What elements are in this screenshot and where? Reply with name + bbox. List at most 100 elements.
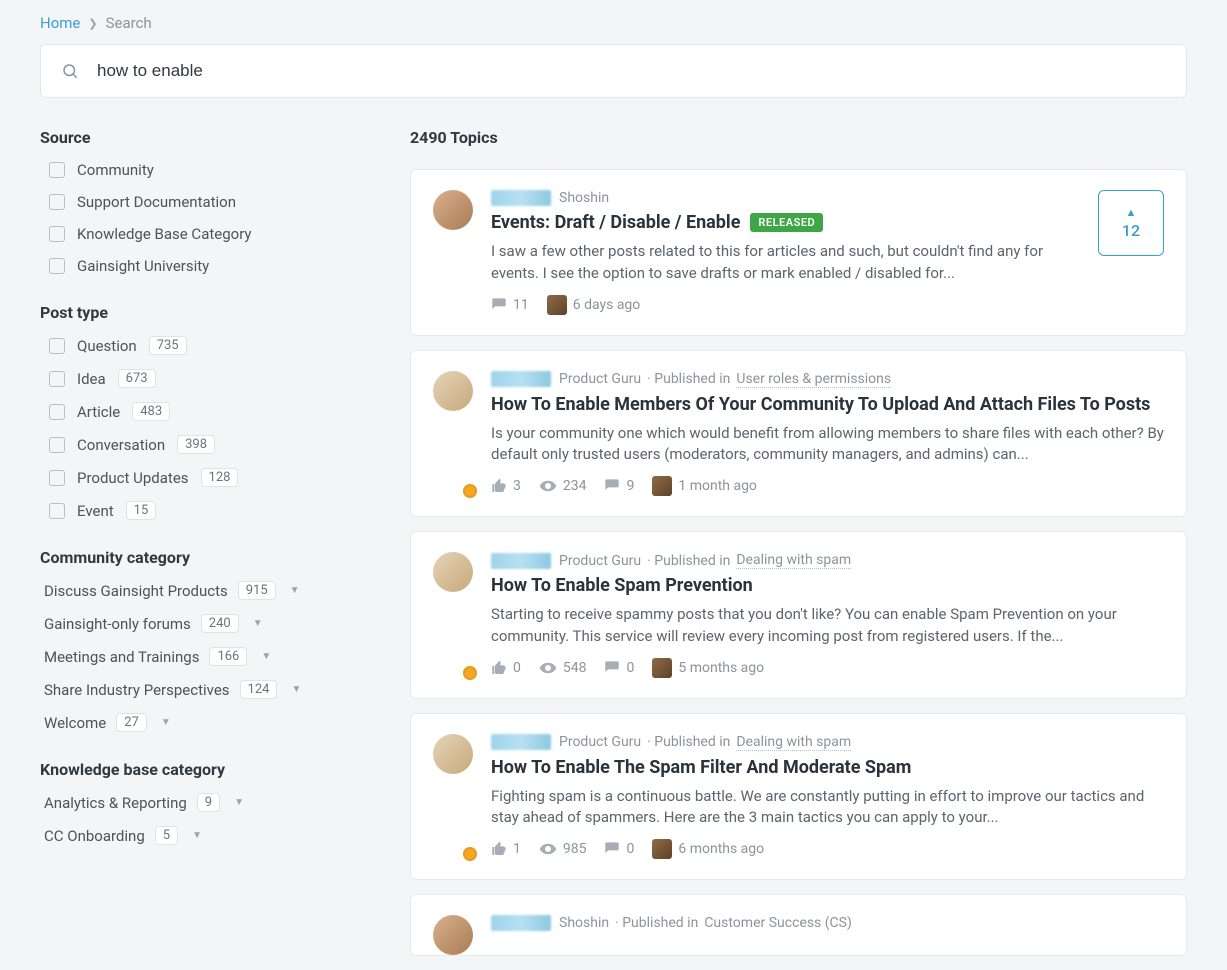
comments-stat[interactable]: 0 <box>604 660 634 676</box>
author-role: Product Guru <box>559 734 641 750</box>
count-badge: 673 <box>118 369 156 388</box>
mini-avatar <box>547 295 567 315</box>
cat-item[interactable]: Meetings and Trainings166▼ <box>40 647 370 666</box>
checkbox[interactable] <box>49 371 65 387</box>
count-badge: 27 <box>116 713 147 732</box>
rank-badge-icon <box>461 845 479 863</box>
author-role: Product Guru <box>559 371 641 387</box>
cat-item[interactable]: CC Onboarding5▼ <box>40 826 370 845</box>
filter-item-gainsight-u[interactable]: Gainsight University <box>40 257 370 275</box>
comments-stat[interactable]: 0 <box>604 841 634 857</box>
checkbox[interactable] <box>49 470 65 486</box>
search-icon <box>61 62 79 80</box>
topic-excerpt: Fighting spam is a continuous battle. We… <box>491 786 1164 830</box>
result-card[interactable]: Product Guru · Published in Dealing with… <box>410 713 1187 881</box>
checkbox[interactable] <box>49 404 65 420</box>
results-count: 2490 Topics <box>410 128 1187 147</box>
last-activity[interactable]: 6 days ago <box>547 295 641 315</box>
likes-stat[interactable]: 1 <box>491 841 521 857</box>
checkbox[interactable] <box>49 338 65 354</box>
filter-item-support-doc[interactable]: Support Documentation <box>40 193 370 211</box>
author-role: Shoshin <box>559 190 609 206</box>
published-category-link[interactable]: Dealing with spam <box>736 734 851 751</box>
avatar[interactable] <box>433 734 475 860</box>
topic-excerpt: Starting to receive spammy posts that yo… <box>491 604 1164 648</box>
status-tag-released: RELEASED <box>750 213 823 232</box>
rank-badge-icon <box>461 664 479 682</box>
count-badge: 166 <box>209 647 247 666</box>
count-badge: 915 <box>238 581 276 600</box>
result-card[interactable]: Shoshin · Published in Customer Success … <box>410 894 1187 956</box>
filter-group-community-category: Community category Discuss Gainsight Pro… <box>40 548 370 732</box>
result-card[interactable]: Shoshin Events: Draft / Disable / Enable… <box>410 169 1187 336</box>
likes-stat[interactable]: 0 <box>491 660 521 676</box>
author-name-redacted <box>491 734 551 750</box>
author-name-redacted <box>491 371 551 387</box>
topic-excerpt: Is your community one which would benefi… <box>491 423 1164 467</box>
filter-item-kb-category[interactable]: Knowledge Base Category <box>40 225 370 243</box>
author-role: Shoshin <box>559 915 609 931</box>
checkbox[interactable] <box>49 503 65 519</box>
vote-box[interactable]: ▲ 12 <box>1098 190 1164 256</box>
comments-stat[interactable]: 11 <box>491 297 529 313</box>
cat-item[interactable]: Share Industry Perspectives124▼ <box>40 680 370 699</box>
search-box[interactable] <box>40 44 1187 98</box>
avatar[interactable] <box>433 915 475 955</box>
comments-stat[interactable]: 9 <box>604 478 634 494</box>
avatar[interactable] <box>433 371 475 497</box>
author-name-redacted <box>491 553 551 569</box>
published-category-link[interactable]: Dealing with spam <box>736 552 851 569</box>
filter-title: Source <box>40 128 370 147</box>
filter-item-question[interactable]: Question735 <box>40 336 370 355</box>
topic-title[interactable]: How To Enable Members Of Your Community … <box>491 394 1164 415</box>
topic-excerpt: I saw a few other posts related to this … <box>491 241 1082 285</box>
breadcrumb-home[interactable]: Home <box>40 14 80 32</box>
mini-avatar <box>652 476 672 496</box>
filter-title: Community category <box>40 548 370 567</box>
mini-avatar <box>652 658 672 678</box>
filter-item-conversation[interactable]: Conversation398 <box>40 435 370 454</box>
filter-item-article[interactable]: Article483 <box>40 402 370 421</box>
filter-item-community[interactable]: Community <box>40 161 370 179</box>
topic-title[interactable]: How To Enable The Spam Filter And Modera… <box>491 757 1164 778</box>
last-activity[interactable]: 5 months ago <box>652 658 764 678</box>
filter-item-idea[interactable]: Idea673 <box>40 369 370 388</box>
search-input[interactable] <box>97 61 1166 81</box>
cat-item[interactable]: Welcome27▼ <box>40 713 370 732</box>
topic-title[interactable]: How To Enable Spam Prevention <box>491 575 1164 596</box>
last-activity[interactable]: 1 month ago <box>652 476 757 496</box>
filter-item-product-updates[interactable]: Product Updates128 <box>40 468 370 487</box>
count-badge: 9 <box>197 793 220 812</box>
breadcrumb-current: Search <box>106 14 152 32</box>
checkbox[interactable] <box>49 226 65 242</box>
topic-title[interactable]: Events: Draft / Disable / Enable RELEASE… <box>491 212 1082 233</box>
result-card[interactable]: Product Guru · Published in Dealing with… <box>410 531 1187 699</box>
checkbox[interactable] <box>49 437 65 453</box>
caret-down-icon: ▼ <box>253 618 263 629</box>
topic-stats: 1 985 0 6 months ago <box>491 839 1164 859</box>
chevron-right-icon: ❯ <box>88 17 97 30</box>
filter-title: Knowledge base category <box>40 760 370 779</box>
cat-item[interactable]: Analytics & Reporting9▼ <box>40 793 370 812</box>
avatar[interactable] <box>433 190 475 315</box>
filter-group-post-type: Post type Question735 Idea673 Article483… <box>40 303 370 520</box>
filters-sidebar: Source Community Support Documentation K… <box>40 128 370 970</box>
result-card[interactable]: Product Guru · Published in User roles &… <box>410 350 1187 518</box>
topic-stats: 0 548 0 5 months ago <box>491 658 1164 678</box>
filter-title: Post type <box>40 303 370 322</box>
checkbox[interactable] <box>49 162 65 178</box>
checkbox[interactable] <box>49 258 65 274</box>
upvote-icon: ▲ <box>1126 206 1137 219</box>
cat-item[interactable]: Discuss Gainsight Products915▼ <box>40 581 370 600</box>
count-badge: 483 <box>132 402 170 421</box>
filter-item-event[interactable]: Event15 <box>40 501 370 520</box>
avatar[interactable] <box>433 552 475 678</box>
rank-badge-icon <box>461 482 479 500</box>
checkbox[interactable] <box>49 194 65 210</box>
published-label: · Published in <box>615 915 698 931</box>
vote-count: 12 <box>1122 221 1140 240</box>
published-category-link[interactable]: User roles & permissions <box>736 371 891 388</box>
cat-item[interactable]: Gainsight-only forums240▼ <box>40 614 370 633</box>
likes-stat[interactable]: 3 <box>491 478 521 494</box>
last-activity[interactable]: 6 months ago <box>652 839 764 859</box>
